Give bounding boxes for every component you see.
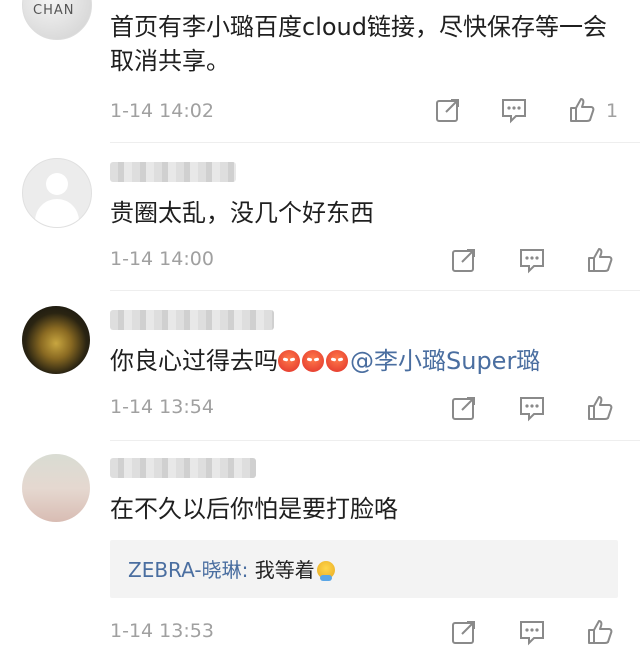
comment-text: 贵圈太乱，没几个好东西 [110,199,374,227]
reply-author[interactable]: ZEBRA-晓琳: [128,558,248,582]
like-icon[interactable] [586,246,614,274]
comment-body: 你良心过得去吗 [110,347,278,375]
comment-icon[interactable] [518,394,546,422]
divider [110,290,640,291]
divider [110,142,640,143]
mention-link[interactable]: @李小璐Super璐 [350,347,540,375]
like-count: 1 [606,100,619,122]
comment-icon[interactable] [518,246,546,274]
username-blurred[interactable] [110,458,256,478]
avatar-brand-text: CHAN [33,3,75,18]
angry-emoji-icon [278,350,300,372]
username-blurred[interactable] [110,310,274,330]
like-icon[interactable] [586,394,614,422]
comment-time: 1-14 13:53 [110,620,214,642]
comment-time: 1-14 13:54 [110,396,214,418]
angry-emoji-icon [302,350,324,372]
avatar-default-body [35,199,79,227]
share-icon[interactable] [434,96,462,124]
reply-preview[interactable]: ZEBRA-晓琳: 我等着 [110,540,618,598]
avatar[interactable]: CHAN [22,0,92,40]
comment-text: 首页有李小璐百度cloud链接，尽快保存等一会取消共享。 [110,13,607,75]
like-icon[interactable] [586,618,614,646]
share-icon[interactable] [450,618,478,646]
avatar[interactable] [22,454,90,522]
angry-emoji-icon [326,350,348,372]
comment-text: 在不久以后你怕是要打脸咯 [110,495,398,523]
avatar-default-head [46,173,68,195]
avatar[interactable] [22,306,90,374]
comment-time: 1-14 14:02 [110,100,214,122]
comment-time: 1-14 14:00 [110,248,214,270]
avatar[interactable] [22,158,92,228]
comment-icon[interactable] [500,96,528,124]
comment-text: 你良心过得去吗 @李小璐Super璐 [110,344,610,378]
share-icon[interactable] [450,394,478,422]
username-blurred[interactable] [110,162,236,182]
reply-line: ZEBRA-晓琳: 我等着 [128,554,335,583]
divider [110,440,640,441]
comment-icon[interactable] [518,618,546,646]
like-icon[interactable] [568,96,596,124]
share-icon[interactable] [450,246,478,274]
reply-text: 我等着 [248,558,315,582]
bath-emoji-icon [316,561,335,581]
